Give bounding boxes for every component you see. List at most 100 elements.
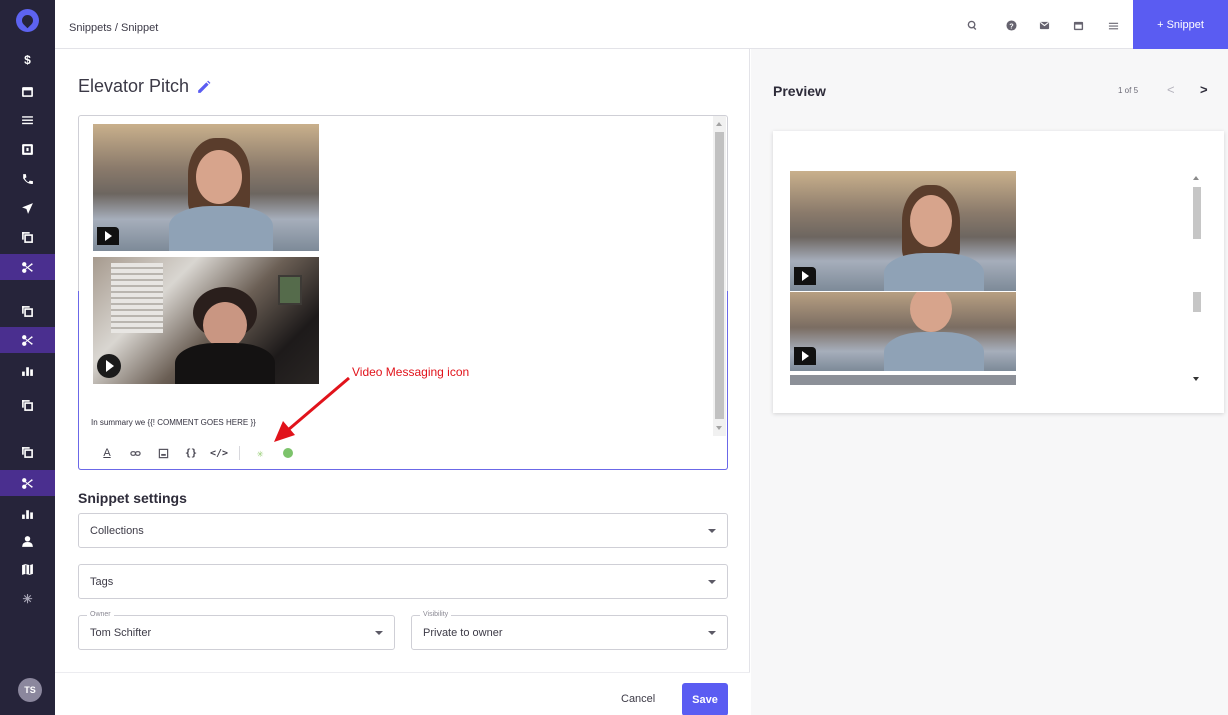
dollar-icon: $ [24,53,31,67]
scroll-up-icon[interactable] [1193,176,1199,180]
nav-reports-2[interactable] [0,500,55,526]
variable-icon[interactable]: {} [177,446,205,460]
owner-value: Tom Schifter [90,627,152,639]
preview-video-thumbnail[interactable] [790,292,1016,371]
bar-chart-icon [22,509,33,519]
editor-body-text[interactable]: In summary we {{! COMMENT GOES HERE }} [91,418,256,427]
scroll-up-icon[interactable] [716,122,722,126]
nav-reports[interactable] [0,357,55,383]
collections-placeholder: Collections [90,525,144,537]
chevron-left-icon[interactable]: < [1167,82,1175,97]
snippet-title-text: Elevator Pitch [78,76,190,96]
nav-calls[interactable] [0,166,55,192]
scrollbar-thumb[interactable] [715,132,724,419]
play-icon[interactable] [97,354,121,378]
tags-placeholder: Tags [90,576,114,588]
scroll-down-icon[interactable] [716,426,722,430]
inbox-icon [22,143,33,155]
preview-title: Preview [773,83,826,99]
nav-map[interactable] [0,556,55,582]
calendar-icon [22,86,33,97]
add-snippet-button[interactable]: + Snippet [1133,0,1228,49]
annotation-arrow [274,376,350,442]
app-logo[interactable] [16,9,39,32]
scrollbar-thumb[interactable] [1193,187,1201,239]
task-list-icon[interactable] [1106,19,1120,31]
nav-tasks[interactable] [0,106,55,132]
nav-calendar[interactable] [0,78,55,104]
copy-icon [22,399,33,411]
nav-inbox[interactable] [0,136,55,162]
visibility-select[interactable]: Visibility Private to owner [411,611,728,650]
pencil-icon[interactable] [197,80,211,94]
owner-select[interactable]: Owner Tom Schifter [78,611,395,650]
top-bar: Snippets / Snippet ? + Snippet [55,0,1228,49]
save-button[interactable]: Save [682,683,728,715]
editor-footer: Cancel Save [55,672,750,715]
play-icon[interactable] [794,347,816,365]
nav-sequences[interactable] [0,195,55,221]
link-icon[interactable] [121,446,149,460]
mail-icon[interactable] [1037,19,1051,31]
nav-templates[interactable] [0,224,55,250]
collections-select[interactable]: Collections [78,513,728,548]
help-icon[interactable]: ? [1004,19,1018,31]
nav-deals[interactable]: $ [0,47,55,73]
preview-video-thumbnail[interactable] [790,375,1016,385]
nav-templates-3[interactable] [0,392,55,418]
video-thumbnail[interactable] [93,124,319,251]
nav-sparkle[interactable]: ✳ [0,586,55,612]
nav-templates-2[interactable] [0,298,55,324]
nav-templates-4[interactable] [0,439,55,465]
nav-snippets[interactable] [0,254,55,280]
chevron-down-icon [708,580,716,584]
play-icon[interactable] [97,227,119,245]
visibility-label: Visibility [420,611,452,618]
avatar[interactable]: TS [18,678,42,702]
scissors-icon [22,477,33,489]
tags-select[interactable]: Tags [78,564,728,599]
preview-pane: Preview 1 of 5 < > [751,49,1228,715]
video-thumbnail[interactable] [93,257,319,384]
person-icon [22,535,33,547]
play-icon[interactable] [794,267,816,285]
preview-pager: 1 of 5 [1118,86,1139,95]
editor-scrollbar[interactable] [713,116,726,436]
annotation-label: Video Messaging icon [352,365,470,379]
snippet-editor[interactable]: In summary we {{! COMMENT GOES HERE }} A… [78,115,728,470]
calendar-icon[interactable] [1071,19,1085,31]
image-icon[interactable] [149,446,177,460]
cancel-button[interactable]: Cancel [621,693,655,705]
scroll-down-icon[interactable] [1193,377,1199,381]
svg-text:?: ? [1009,21,1014,30]
search-icon[interactable] [965,19,979,31]
nav-snippets-2[interactable] [0,327,55,353]
copy-icon [22,305,33,317]
task-list-icon [22,115,33,124]
breadcrumb[interactable]: Snippets / Snippet [69,22,158,34]
sparkle-icon: ✳ [22,592,33,606]
phone-icon [23,173,33,184]
editor-pane: Elevator Pitch In summary we {{! COMMENT… [55,49,750,715]
owner-label: Owner [87,611,114,618]
visibility-value: Private to owner [423,627,503,639]
copy-icon [22,446,33,458]
chevron-down-icon [708,529,716,533]
copy-icon [22,231,33,243]
preview-video-thumbnail[interactable] [790,171,1016,291]
chevron-down-icon [375,631,383,635]
chevron-right-icon[interactable]: > [1200,82,1208,97]
bar-chart-icon [22,366,33,376]
scissors-icon [22,334,33,346]
preview-card [773,131,1224,413]
chevron-down-icon [708,631,716,635]
scrollbar-thumb[interactable] [1193,292,1201,312]
code-icon[interactable]: </> [205,446,233,460]
map-icon [22,563,33,575]
preview-scrollbar[interactable] [1189,173,1203,385]
send-icon [22,202,33,214]
nav-people[interactable] [0,528,55,554]
text-color-icon[interactable]: A [93,446,121,460]
scissors-icon [22,261,33,273]
nav-snippets-3[interactable] [0,470,55,496]
